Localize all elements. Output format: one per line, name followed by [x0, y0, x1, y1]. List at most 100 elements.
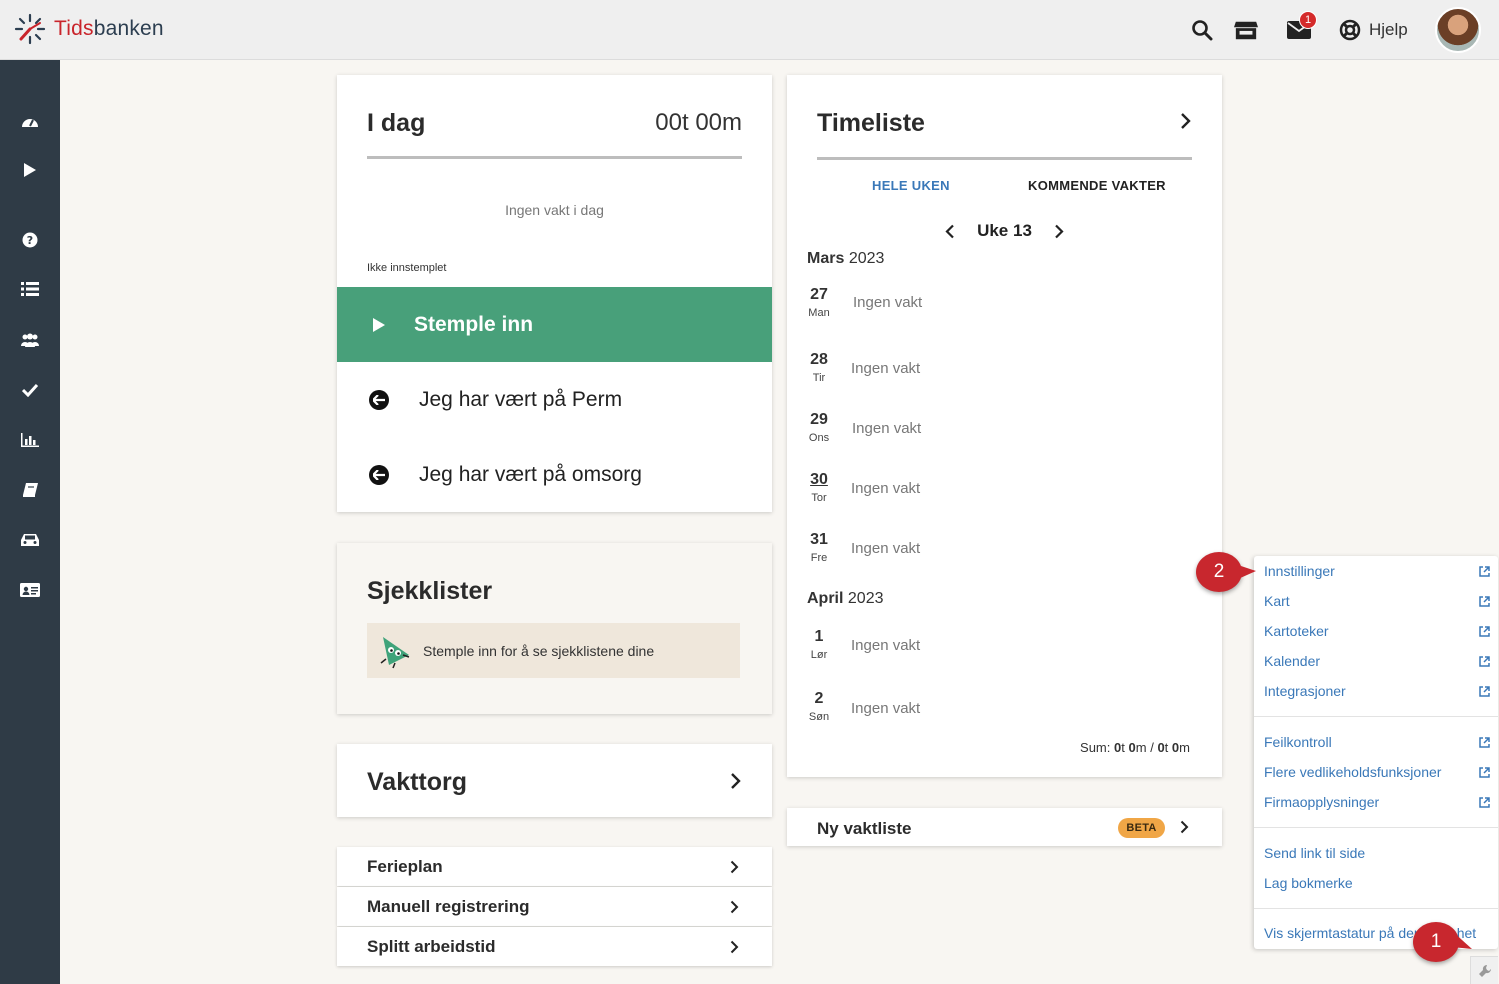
arrow-left-circle-icon: [369, 389, 389, 410]
check-icon[interactable]: [20, 380, 40, 400]
day-status: Ingen vakt: [851, 360, 921, 377]
menu-item-integrasjoner[interactable]: Integrasjoner: [1264, 676, 1490, 706]
month-header: Mars 2023: [807, 250, 885, 267]
today-time: 00t 00m: [655, 109, 742, 136]
menu-item-feilkontroll[interactable]: Feilkontroll: [1264, 727, 1490, 757]
menu-item-innstillinger[interactable]: Innstillinger: [1264, 556, 1490, 586]
external-link-icon: [1479, 595, 1490, 607]
no-shift-text: Ingen vakt i dag: [505, 202, 604, 218]
id-card-icon[interactable]: [20, 580, 40, 600]
chevron-left-icon[interactable]: [945, 224, 955, 239]
menu-divider: [1254, 908, 1498, 909]
top-bar: Tidsbanken 1 Hjelp: [0, 0, 1499, 60]
chevron-right-icon: [727, 771, 743, 791]
week-label: Uke 13: [977, 221, 1032, 240]
perm-option-label: Jeg har vært på Perm: [419, 387, 623, 411]
menu-item-bookmark[interactable]: Lag bokmerke: [1264, 868, 1490, 898]
checklists-message: Stemple inn for å se sjekklistene dine: [423, 642, 655, 659]
car-icon[interactable]: [20, 530, 40, 550]
chevron-right-icon[interactable]: [1178, 111, 1192, 131]
logo-text: Tidsbanken: [54, 17, 164, 40]
store-icon[interactable]: [1234, 18, 1258, 42]
link-label: Manuell registrering: [367, 896, 530, 916]
help-link[interactable]: Hjelp: [1369, 20, 1408, 40]
callout-pointer: [1452, 931, 1472, 949]
chevron-right-icon: [730, 860, 739, 874]
new-roster-card[interactable]: Ny vaktliste BETA: [787, 808, 1222, 846]
menu-item-send-link[interactable]: Send link til side: [1264, 838, 1490, 868]
vakttorg-card[interactable]: Vakttorg: [337, 744, 772, 817]
month-header: April 2023: [807, 590, 884, 607]
checklists-title: Sjekklister: [367, 577, 493, 605]
user-avatar[interactable]: [1435, 7, 1481, 53]
stamp-status: Ikke innstemplet: [367, 262, 447, 274]
link-ferieplan[interactable]: Ferieplan: [337, 847, 772, 886]
omsorg-option[interactable]: Jeg har vært på omsorg: [337, 437, 772, 512]
day-cell[interactable]: 29 Ons: [803, 411, 835, 444]
callout-pointer: [1238, 565, 1256, 579]
logo[interactable]: Tidsbanken: [14, 13, 164, 45]
external-link-icon: [1479, 565, 1490, 577]
bar-chart-icon[interactable]: [20, 430, 40, 450]
play-icon: [373, 317, 385, 332]
dashboard-icon[interactable]: [20, 111, 40, 131]
divider: [367, 156, 742, 159]
play-icon[interactable]: [20, 160, 40, 180]
users-icon[interactable]: [20, 330, 40, 350]
today-card: I dag 00t 00m Ingen vakt i dag Ikke inns…: [337, 75, 772, 512]
tab-whole-week[interactable]: HELE UKEN: [872, 178, 950, 193]
week-navigator: Uke 13: [787, 221, 1222, 241]
link-manuell-registrering[interactable]: Manuell registrering: [337, 887, 772, 926]
menu-item-kartoteker[interactable]: Kartoteker: [1264, 616, 1490, 646]
checklists-message-box: Stemple inn for å se sjekklistene dine: [367, 623, 740, 678]
beta-badge: BETA: [1118, 818, 1165, 838]
checklists-card: Sjekklister Stemple inn for å se sjekkli…: [337, 543, 772, 714]
chevron-right-icon[interactable]: [1054, 224, 1064, 239]
day-cell[interactable]: 27 Man: [803, 286, 835, 319]
notification-badge: 1: [1299, 11, 1317, 29]
external-link-icon: [1479, 766, 1490, 778]
mascot-icon: [380, 636, 410, 668]
external-link-icon: [1479, 736, 1490, 748]
stamp-in-button[interactable]: Stemple inn: [337, 287, 772, 362]
menu-item-vedlikehold[interactable]: Flere vedlikeholdsfunksjoner: [1264, 757, 1490, 787]
menu-item-kalender[interactable]: Kalender: [1264, 646, 1490, 676]
perm-option[interactable]: Jeg har vært på Perm: [337, 362, 772, 437]
wrench-icon[interactable]: [1470, 956, 1498, 984]
vakttorg-title: Vakttorg: [367, 768, 468, 796]
tab-upcoming-shifts[interactable]: KOMMENDE VAKTER: [1028, 178, 1166, 193]
link-splitt-arbeidstid[interactable]: Splitt arbeidstid: [337, 927, 772, 966]
menu-divider: [1254, 827, 1498, 828]
day-cell-today[interactable]: 30 Tor: [803, 471, 835, 504]
day-cell[interactable]: 28 Tir: [803, 351, 835, 384]
timesheet-sum: Sum: 0t 0m / 0t 0m: [1080, 740, 1190, 755]
day-cell[interactable]: 31 Fre: [803, 531, 835, 564]
chevron-right-icon: [730, 900, 739, 914]
svg-text:?: ?: [27, 234, 33, 247]
external-link-icon: [1479, 796, 1490, 808]
link-label: Ferieplan: [367, 856, 443, 876]
chevron-right-icon: [730, 940, 739, 954]
callout-2: 2: [1196, 552, 1242, 592]
external-link-icon: [1479, 685, 1490, 697]
question-icon[interactable]: ?: [20, 230, 40, 250]
arrow-left-circle-icon: [369, 464, 389, 485]
links-list: Ferieplan Manuell registrering Splitt ar…: [337, 847, 772, 967]
menu-item-firmaopplysninger[interactable]: Firmaopplysninger: [1264, 787, 1490, 817]
external-link-icon: [1479, 625, 1490, 637]
search-icon[interactable]: [1190, 18, 1214, 42]
sidebar: ?: [0, 60, 60, 984]
book-icon[interactable]: [20, 480, 40, 500]
day-status: Ingen vakt: [851, 480, 921, 497]
menu-item-kart[interactable]: Kart: [1264, 586, 1490, 616]
list-icon[interactable]: [20, 279, 40, 299]
timesheet-card: Timeliste HELE UKEN KOMMENDE VAKTER Uke …: [787, 75, 1222, 777]
divider: [817, 157, 1192, 160]
day-status: Ingen vakt: [853, 294, 923, 311]
day-cell[interactable]: 1 Lør: [803, 628, 835, 661]
help-lifebuoy-icon[interactable]: [1338, 18, 1362, 42]
omsorg-option-label: Jeg har vært på omsorg: [419, 462, 642, 486]
day-status: Ingen vakt: [851, 540, 921, 557]
day-cell[interactable]: 2 Søn: [803, 690, 835, 723]
today-title: I dag: [367, 109, 426, 137]
